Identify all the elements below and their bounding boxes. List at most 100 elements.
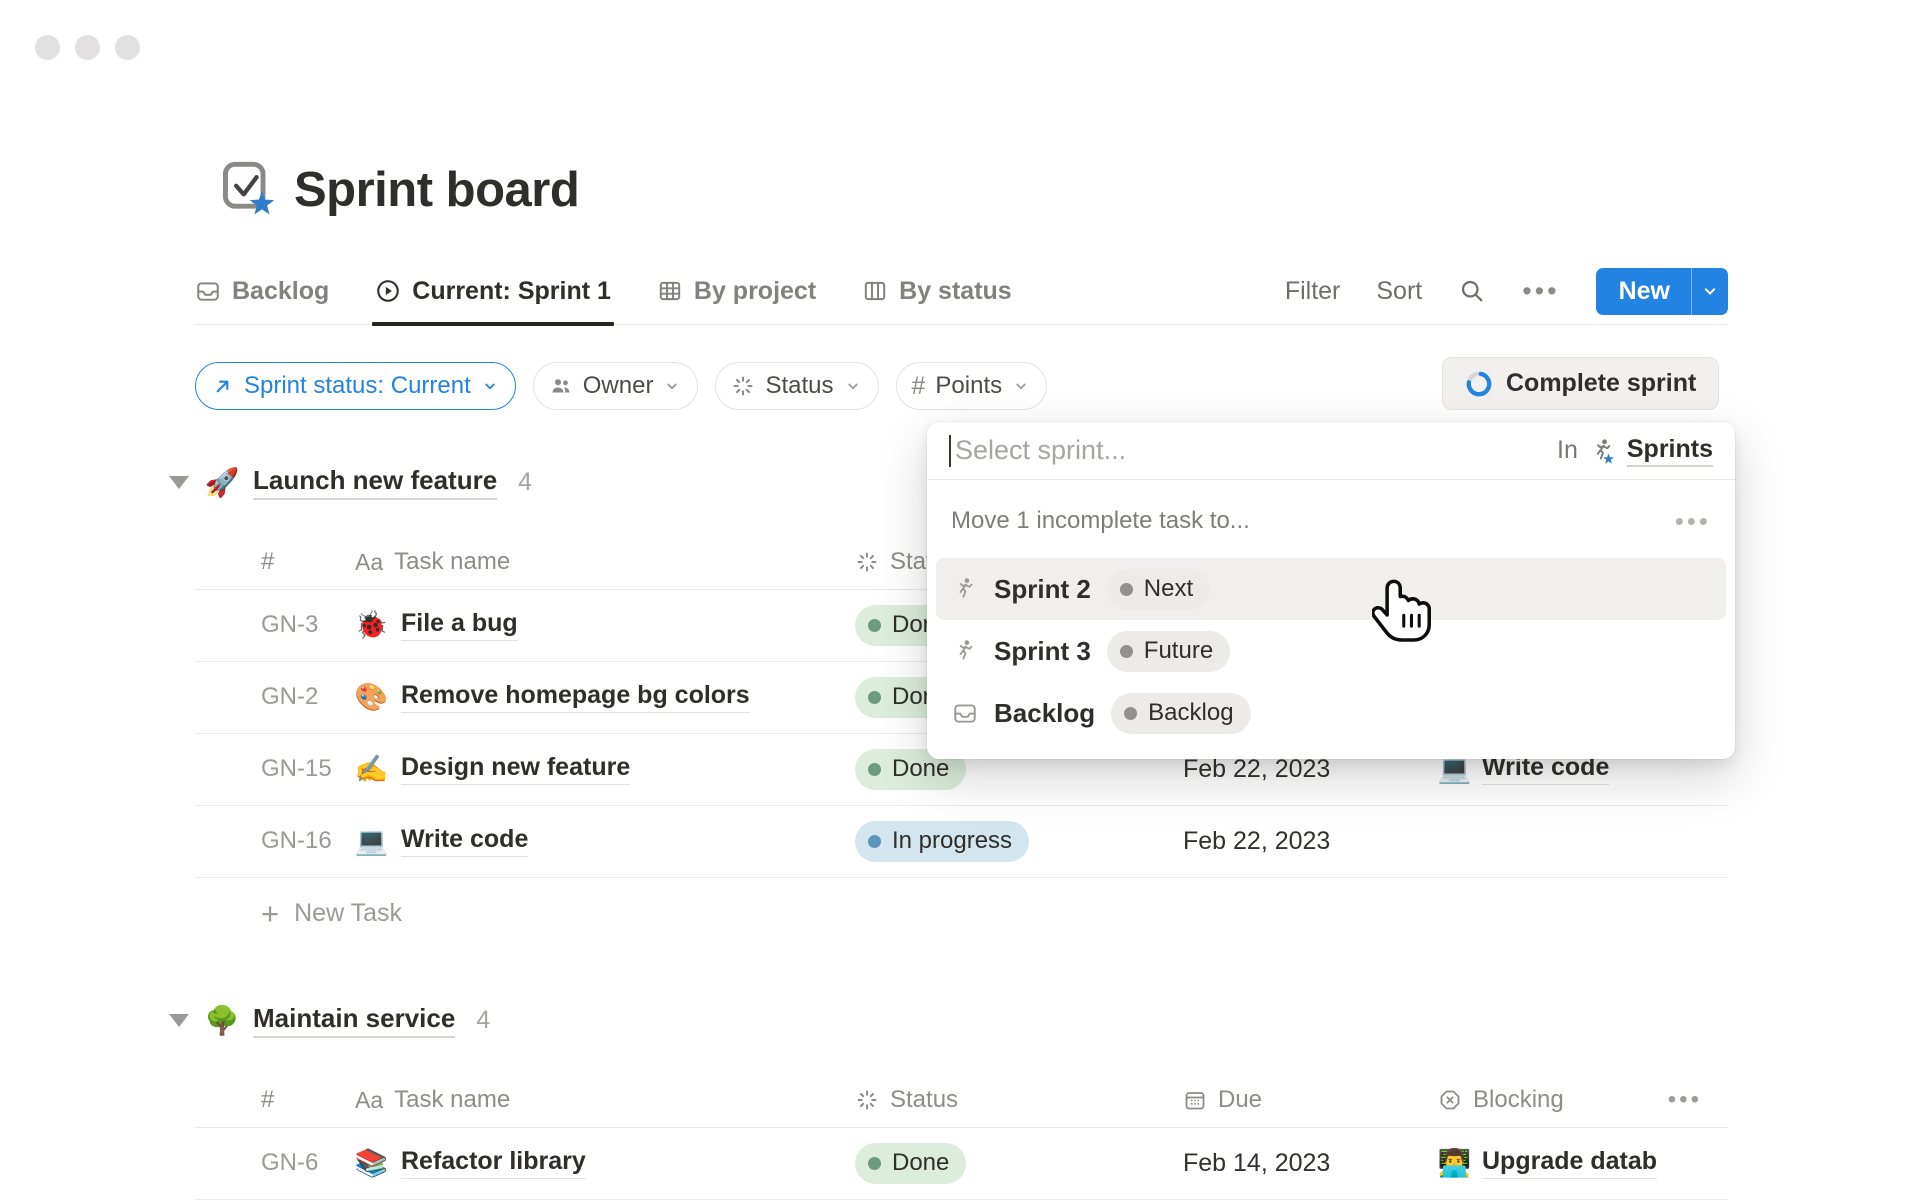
task-title[interactable]: Write code <box>401 825 528 857</box>
people-icon <box>549 374 573 398</box>
option-backlog[interactable]: Backlog Backlog <box>936 682 1726 744</box>
calendar-icon <box>1183 1088 1207 1112</box>
group-header-launch-new-feature: 🚀 Launch new feature 4 <box>169 462 532 502</box>
task-id: GN-16 <box>261 805 332 877</box>
blocking-emoji: 👨‍💻 <box>1438 1147 1471 1179</box>
group-count: 4 <box>518 468 532 497</box>
tab-label: Current: Sprint 1 <box>412 277 611 306</box>
task-emoji: 🎨 <box>355 681 388 713</box>
board-columns-icon <box>862 278 888 304</box>
status-spinner-icon <box>731 374 755 398</box>
task-title[interactable]: File a bug <box>401 609 518 641</box>
search-icon[interactable] <box>1458 277 1486 305</box>
chip-label: Points <box>935 372 1002 400</box>
chip-label: Status <box>765 372 833 400</box>
tab-by-project[interactable]: By project <box>657 258 816 324</box>
text-caret <box>949 435 951 467</box>
sprint-board-window: { "page": { "title": "Sprint board" }, "… <box>0 0 1920 1200</box>
column-task-name[interactable]: Aa Task name <box>355 535 510 589</box>
hash-icon: # <box>912 372 926 401</box>
column-status[interactable]: Status <box>855 1073 958 1127</box>
text-type-icon: Aa <box>355 1087 383 1114</box>
chevron-down-icon <box>844 377 862 395</box>
table-grid-icon <box>657 278 683 304</box>
chip-sprint-status[interactable]: Sprint status: Current <box>195 362 516 410</box>
complete-sprint-button[interactable]: Complete sprint <box>1442 357 1719 410</box>
status-spinner-icon <box>855 550 879 574</box>
complete-sprint-label: Complete sprint <box>1506 369 1696 398</box>
window-close-button[interactable] <box>35 35 60 60</box>
popup-more-icon[interactable]: ••• <box>1675 516 1711 526</box>
task-emoji: ✍️ <box>355 753 388 785</box>
view-tabbar: Backlog Current: Sprint 1 By project <box>195 258 1728 325</box>
option-label: Backlog <box>994 698 1095 729</box>
due-date[interactable]: Feb 22, 2023 <box>1183 805 1330 877</box>
task-emoji: 🐞 <box>355 609 388 641</box>
status-spinner-icon <box>855 1088 879 1112</box>
inbox-icon <box>195 278 221 304</box>
task-title[interactable]: Refactor library <box>401 1147 586 1179</box>
new-button-dropdown[interactable] <box>1691 268 1728 315</box>
more-options-icon[interactable]: ••• <box>1522 286 1559 297</box>
window-controls <box>35 35 140 60</box>
task-title[interactable]: Remove homepage bg colors <box>401 681 750 713</box>
status-badge[interactable]: In progress <box>855 821 1029 862</box>
page-checkbox-star-icon <box>220 160 276 218</box>
sprint-search-input[interactable] <box>953 434 1555 467</box>
task-title[interactable]: Design new feature <box>401 753 630 785</box>
window-minimize-button[interactable] <box>75 35 100 60</box>
blocking-task[interactable]: Upgrade datab <box>1482 1147 1657 1179</box>
runner-icon <box>952 638 978 664</box>
option-sprint-2[interactable]: Sprint 2 Next <box>936 558 1726 620</box>
chip-label: Sprint status: Current <box>244 372 471 400</box>
column-id[interactable]: # <box>261 535 274 589</box>
chevron-down-icon <box>481 377 499 395</box>
chip-label: Owner <box>583 372 654 400</box>
due-date[interactable]: Feb 14, 2023 <box>1183 1127 1330 1199</box>
play-circle-icon <box>375 278 401 304</box>
sort-button[interactable]: Sort <box>1376 277 1422 306</box>
column-task-name[interactable]: Aa Task name <box>355 1073 510 1127</box>
column-id[interactable]: # <box>261 1073 274 1127</box>
task-emoji: 💻 <box>355 825 388 857</box>
group-header-maintain-service: 🌳 Maintain service 4 <box>169 1000 490 1040</box>
sprint-status-badge: Next <box>1107 569 1210 610</box>
status-badge[interactable]: Done <box>855 1143 966 1184</box>
collapse-triangle-icon[interactable] <box>169 476 189 489</box>
chip-owner[interactable]: Owner <box>533 362 699 410</box>
column-blocking[interactable]: Blocking <box>1438 1073 1564 1127</box>
sprint-progress-icon <box>1465 370 1493 398</box>
tab-label: Backlog <box>232 277 329 306</box>
option-sprint-3[interactable]: Sprint 3 Future <box>936 620 1726 682</box>
table-row[interactable]: GN-6 📚 Refactor library Done Feb 14, 202… <box>195 1127 1728 1200</box>
column-due[interactable]: Due <box>1183 1073 1262 1127</box>
sprints-runner-star-icon <box>1589 437 1616 464</box>
filter-button[interactable]: Filter <box>1285 277 1341 306</box>
task-emoji: 📚 <box>355 1147 388 1179</box>
table-row[interactable]: GN-16 💻 Write code In progress Feb 22, 2… <box>195 805 1728 878</box>
collapse-triangle-icon[interactable] <box>169 1014 189 1027</box>
sprints-collection-link[interactable]: Sprints <box>1627 435 1713 467</box>
option-label: Sprint 2 <box>994 574 1091 605</box>
arrow-up-right-icon <box>211 375 234 398</box>
move-sprint-popup: In Sprints Move 1 incomplete task to... … <box>927 422 1735 759</box>
chip-status[interactable]: Status <box>715 362 878 410</box>
group-title[interactable]: Maintain service <box>253 1003 455 1038</box>
tab-label: By status <box>899 277 1012 306</box>
blocked-icon <box>1438 1088 1462 1112</box>
tab-by-status[interactable]: By status <box>862 258 1012 324</box>
new-task-button[interactable]: + New Task <box>195 878 1728 948</box>
tab-current-sprint[interactable]: Current: Sprint 1 <box>375 258 611 324</box>
tab-backlog[interactable]: Backlog <box>195 258 329 324</box>
move-task-label: Move 1 incomplete task to... <box>951 507 1250 535</box>
more-columns-icon[interactable]: ••• <box>1668 1095 1702 1105</box>
group-emoji: 🌳 <box>204 1004 240 1037</box>
chevron-down-icon <box>663 377 681 395</box>
window-zoom-button[interactable] <box>115 35 140 60</box>
group-title[interactable]: Launch new feature <box>253 465 497 500</box>
chip-points[interactable]: # Points <box>896 362 1048 410</box>
chevron-down-icon <box>1012 377 1030 395</box>
new-button[interactable]: New <box>1596 268 1728 315</box>
new-button-label[interactable]: New <box>1596 268 1691 315</box>
page-title: Sprint board <box>294 164 579 218</box>
